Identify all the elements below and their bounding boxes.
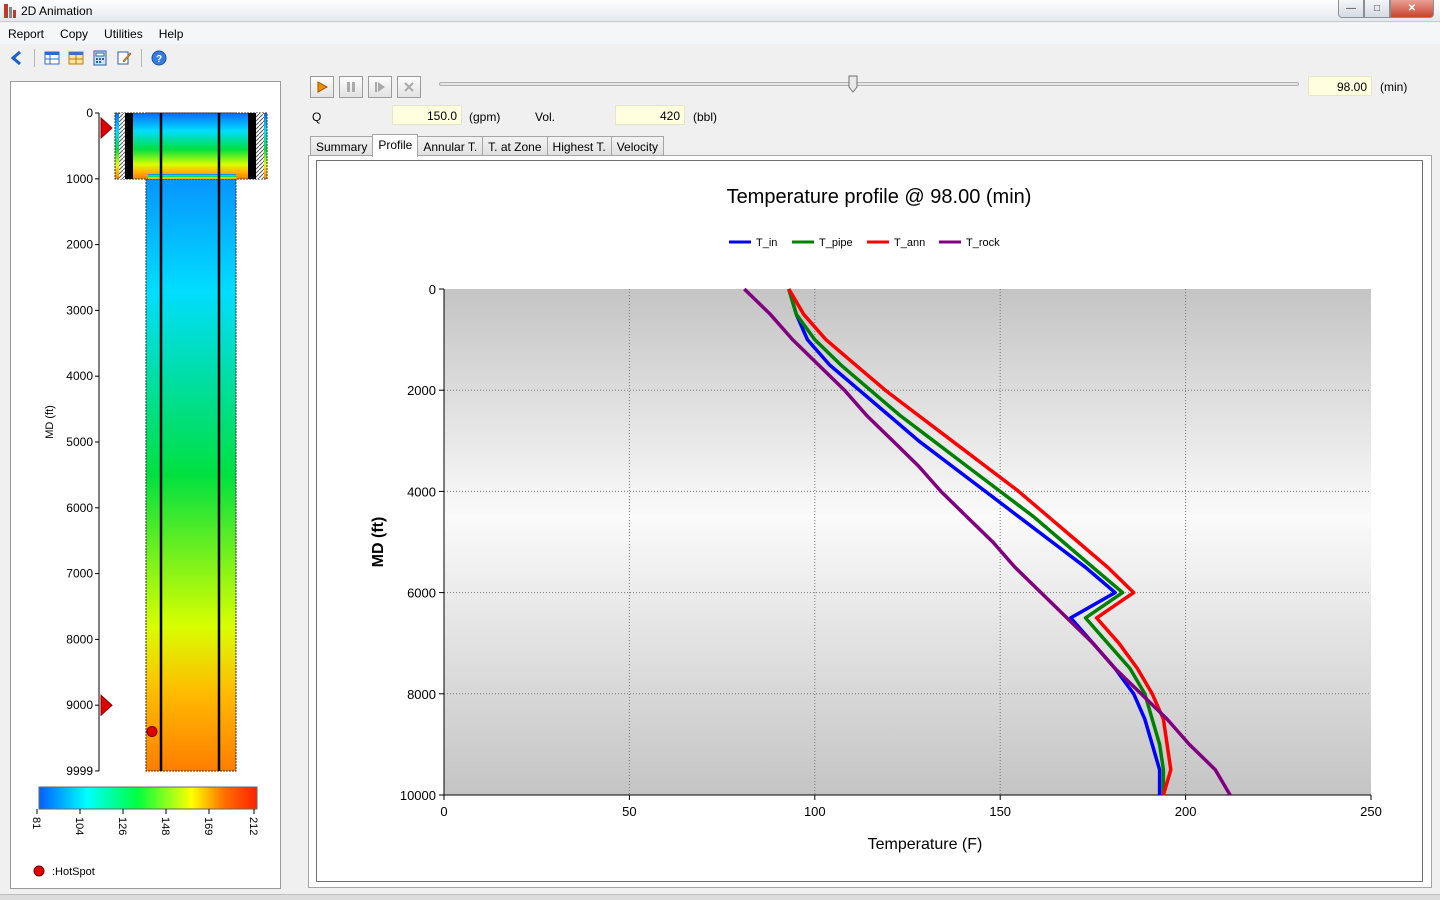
step-forward-button[interactable]: [368, 76, 392, 98]
playback-controls: 98.00 (min) Q 150.0 (gpm) Vol. 420 (bbl): [308, 74, 1438, 130]
hotspot-marker: [146, 726, 158, 738]
x-tick-label: 150: [989, 804, 1011, 819]
pause-button[interactable]: [339, 76, 363, 98]
tab-annular-t[interactable]: Annular T.: [417, 136, 484, 157]
menu-copy[interactable]: Copy: [52, 23, 96, 44]
status-bar: [0, 894, 1440, 900]
colorbar-tick-label: 81: [30, 817, 42, 829]
legend-label: T_in: [756, 237, 777, 249]
back-arrow-icon[interactable]: [8, 49, 26, 67]
plot-area: [444, 289, 1371, 795]
x-tick-label: 0: [440, 804, 447, 819]
calculator-icon[interactable]: [91, 49, 109, 67]
svg-text:?: ?: [156, 54, 162, 65]
vol-field[interactable]: 420: [615, 105, 685, 125]
title-bar: 2D Animation — □ ✕: [0, 0, 1440, 22]
y-tick-label: 6000: [407, 586, 436, 601]
y-tick-label: 8000: [407, 687, 436, 702]
chart-legend: T_in T_pipe T_ann T_rock: [729, 237, 1000, 249]
y-axis-label: MD (ft): [370, 517, 387, 568]
temperature-profile-chart: Temperature profile @ 98.00 (min) T_in T_…: [370, 186, 1382, 853]
help-icon[interactable]: ?: [150, 49, 168, 67]
y-tick-label: 4000: [407, 484, 436, 499]
menu-report[interactable]: Report: [0, 23, 52, 44]
play-button[interactable]: [310, 76, 334, 98]
casing-outline: [114, 112, 268, 180]
colorbar-tick-label: 148: [159, 817, 171, 835]
tab-velocity[interactable]: Velocity: [610, 136, 665, 157]
temperature-colorbar: [38, 786, 258, 810]
window-title: 2D Animation: [21, 4, 93, 18]
depth-tick-label: 3000: [66, 303, 93, 317]
depth-tick-label: 9999: [66, 764, 93, 778]
depth-tick-label: 2000: [66, 238, 93, 252]
depth-tick-label: 4000: [66, 369, 93, 383]
vol-unit: (bbl): [693, 110, 718, 124]
hotspot-legend-label: :HotSpot: [52, 866, 95, 878]
legend-label: T_pipe: [819, 237, 853, 249]
x-tick-label: 250: [1360, 804, 1382, 819]
toolbar: ?: [0, 46, 1440, 70]
table-icon[interactable]: [43, 49, 61, 67]
menu-help[interactable]: Help: [151, 23, 192, 44]
zone-marker: [100, 116, 113, 140]
casing-wall-right: [248, 113, 256, 179]
maximize-button[interactable]: □: [1364, 0, 1390, 18]
tab-strip: Summary Profile Annular T. T. at Zone Hi…: [310, 134, 665, 157]
chart-title: Temperature profile @ 98.00 (min): [727, 186, 1032, 208]
toolbar-separator: [34, 49, 35, 67]
colorbar-tick-label: 104: [73, 817, 85, 835]
depth-tick-label: 5000: [66, 435, 93, 449]
hotspot-legend-icon: [33, 865, 45, 877]
zone-marker: [100, 694, 113, 717]
menu-bar: Report Copy Utilities Help: [0, 23, 1440, 44]
colorbar-tick-label: 169: [202, 817, 214, 835]
x-tick-label: 50: [622, 804, 636, 819]
depth-tick-label: 9000: [66, 698, 93, 712]
wellbore-diagram: 0 1000 2000 3000 4000 5000 6000 7000 8000 9000 999…: [30, 106, 268, 878]
q-label: Q: [312, 110, 322, 124]
tab-profile[interactable]: Profile: [372, 134, 419, 157]
casing-wall-left: [125, 113, 133, 179]
time-slider-thumb[interactable]: [848, 75, 858, 93]
depth-tick-label: 7000: [66, 567, 93, 581]
y-tick-label: 10000: [400, 788, 436, 803]
stop-button[interactable]: [397, 76, 421, 98]
tab-summary[interactable]: Summary: [310, 136, 374, 157]
y-tick-label: 0: [429, 282, 436, 297]
close-button[interactable]: ✕: [1390, 0, 1434, 18]
x-axis-label: Temperature (F): [868, 836, 983, 853]
depth-tick-label: 8000: [66, 632, 93, 646]
tab-t-at-zone[interactable]: T. at Zone: [482, 136, 548, 157]
open-hole-section: [145, 112, 237, 772]
q-unit: (gpm): [469, 110, 501, 124]
vol-label: Vol.: [535, 110, 556, 124]
x-tick-label: 200: [1175, 804, 1197, 819]
grid-icon[interactable]: [67, 49, 85, 67]
depth-tick-label: 0: [86, 106, 93, 120]
menu-utilities[interactable]: Utilities: [96, 23, 151, 44]
depth-tick-label: 6000: [66, 501, 93, 515]
md-axis-label: MD (ft): [44, 405, 56, 439]
tab-highest-t[interactable]: Highest T.: [546, 136, 612, 157]
x-tick-label: 100: [804, 804, 826, 819]
toolbar-separator: [141, 49, 142, 67]
time-slider[interactable]: [439, 75, 1299, 93]
cement-right: [256, 113, 264, 179]
time-field[interactable]: 98.00: [1308, 76, 1372, 96]
q-field[interactable]: 150.0: [392, 105, 462, 125]
app-icon: [4, 4, 16, 18]
legend-label: T_rock: [966, 237, 1000, 249]
chart-frame: Temperature profile @ 98.00 (min) T_in T_…: [316, 160, 1423, 882]
wellbore-panel: 0 1000 2000 3000 4000 5000 6000 7000 8000 9000 999…: [10, 81, 281, 889]
depth-tick-label: 1000: [66, 172, 93, 186]
edit-icon[interactable]: [115, 49, 133, 67]
minimize-button[interactable]: —: [1338, 0, 1364, 18]
colorbar-tick-label: 126: [116, 817, 128, 835]
legend-label: T_ann: [894, 237, 925, 249]
y-tick-label: 2000: [407, 383, 436, 398]
profile-tab-content: Temperature profile @ 98.00 (min) T_in T_…: [308, 155, 1432, 888]
time-unit: (min): [1380, 80, 1408, 94]
colorbar-tick-label: 212: [247, 817, 259, 835]
